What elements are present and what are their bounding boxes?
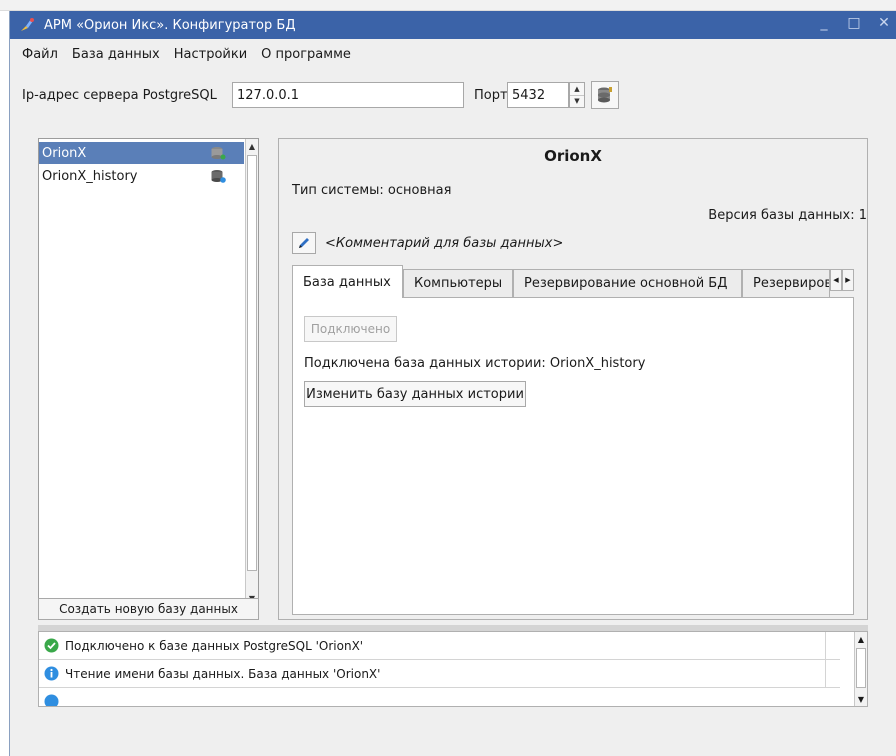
menu-file[interactable]: Файл [22,47,58,62]
database-list-scrollbar[interactable]: ▲ ▼ [245,139,258,605]
tab-scroll-buttons: ◀ ▶ [830,269,854,291]
tab-database[interactable]: База данных [292,265,403,298]
tab-page-database: Подключено Подключена база данных истори… [292,297,854,615]
desktop-edge [0,0,896,11]
tab-scroll-right-icon[interactable]: ▶ [842,269,854,291]
port-down-icon[interactable]: ▼ [570,96,584,108]
database-name: OrionX [42,145,87,161]
details-tabs: База данных Компьютеры Резервирование ос… [292,265,854,298]
scroll-up-icon[interactable]: ▲ [246,139,258,153]
database-stack-icon [598,87,612,103]
info-circle-icon [44,666,59,681]
close-button[interactable]: ✕ [877,15,891,31]
tab-backup[interactable]: Резервирование [742,269,830,297]
database-comment: <Комментарий для базы данных> [325,236,564,251]
port-up-icon[interactable]: ▲ [570,83,584,96]
tab-main-backup[interactable]: Резервирование основной БД [513,269,742,297]
log-text: Чтение имени базы данных. База данных 'O… [65,666,381,681]
scroll-up-icon[interactable]: ▲ [855,632,867,646]
tab-scroll-left-icon[interactable]: ◀ [830,269,842,291]
edit-comment-button[interactable] [292,232,316,254]
database-green-icon [211,147,226,160]
port-input[interactable]: 5432 [507,82,569,108]
menu-about[interactable]: О программе [261,47,351,62]
title-bar: АРМ «Орион Икс». Конфигуратор БД _ □ ✕ [10,11,896,39]
log-entry: Подключено к базе данных PostgreSQL 'Ori… [39,632,840,660]
log-column-divider [825,632,840,660]
app-logo-icon [18,16,36,34]
main-window: АРМ «Орион Икс». Конфигуратор БД _ □ ✕ Ф… [9,11,896,756]
port-stepper[interactable]: ▲ ▼ [569,82,585,108]
connection-bar: Ip-адрес сервера PostgreSQL 127.0.0.1 По… [10,79,890,109]
database-title: OrionX [544,147,602,165]
database-version-label: Версия базы данных: 1 [708,208,867,223]
system-type-label: Тип системы: основная [292,183,452,198]
database-list: OrionX OrionX_history ▲ ▼ [38,138,259,606]
ip-address-input[interactable]: 127.0.0.1 [232,82,464,108]
tab-computers[interactable]: Компьютеры [403,269,513,297]
create-database-button[interactable]: Создать новую базу данных [38,598,259,620]
database-connect-button[interactable] [591,81,619,109]
window-title: АРМ «Орион Икс». Конфигуратор БД [44,17,296,33]
log-column-divider [825,660,840,688]
scroll-thumb[interactable] [247,155,257,571]
maximize-button[interactable]: □ [847,15,861,31]
log-scrollbar[interactable]: ▲ ▼ [854,632,867,706]
log-panel: Подключено к базе данных PostgreSQL 'Ori… [38,631,868,707]
scroll-thumb[interactable] [856,648,866,688]
menu-bar: Файл База данных Настройки О программе [10,43,351,65]
database-info-icon [211,170,226,183]
connected-button: Подключено [304,316,397,342]
pencil-icon [299,238,309,248]
database-name: OrionX_history [42,168,138,184]
scroll-down-icon[interactable]: ▼ [855,692,867,706]
change-history-db-button[interactable]: Изменить базу данных истории [304,381,526,407]
minimize-button[interactable]: _ [817,15,831,31]
info-circle-icon [44,694,59,706]
menu-settings[interactable]: Настройки [174,47,247,62]
log-entry: Чтение имени базы данных. База данных 'O… [39,660,840,688]
port-label: Порт [474,88,508,103]
check-circle-icon [44,638,59,653]
database-item-orionx-history[interactable]: OrionX_history [39,165,244,187]
menu-database[interactable]: База данных [72,47,160,62]
history-db-label: Подключена база данных истории: OrionX_h… [304,356,646,371]
database-details-panel: OrionX Тип системы: основная Версия базы… [278,138,868,620]
log-entry-partial [39,688,840,706]
database-item-orionx[interactable]: OrionX [39,142,244,164]
ip-label: Ip-адрес сервера PostgreSQL [22,88,217,103]
log-text: Подключено к базе данных PostgreSQL 'Ori… [65,638,364,653]
